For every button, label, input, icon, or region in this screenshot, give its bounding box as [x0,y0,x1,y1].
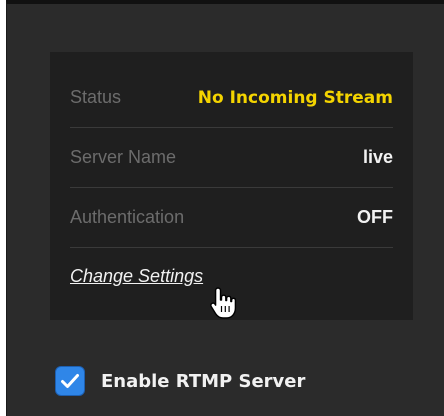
server-name-row: Server Name live [70,128,393,188]
stream-info-panel: Status No Incoming Stream Server Name li… [50,52,413,320]
server-name-label: Server Name [70,147,177,167]
enable-rtmp-label[interactable]: Enable RTMP Server [101,371,305,392]
authentication-row: Authentication OFF [70,188,393,248]
enable-rtmp-row: Enable RTMP Server [55,366,305,396]
enable-rtmp-checkbox[interactable] [55,366,85,396]
server-name-value: live [362,147,393,167]
hand-pointer-icon [210,287,237,319]
checkmark-icon [61,374,79,388]
authentication-value: OFF [357,207,393,227]
authentication-label: Authentication [70,207,185,227]
status-row: Status No Incoming Stream [70,68,393,128]
change-settings-link[interactable]: Change Settings [70,266,203,287]
status-value: No Incoming Stream [197,87,393,108]
status-label: Status [70,87,122,107]
rtmp-settings-window: Status No Incoming Stream Server Name li… [6,0,444,416]
